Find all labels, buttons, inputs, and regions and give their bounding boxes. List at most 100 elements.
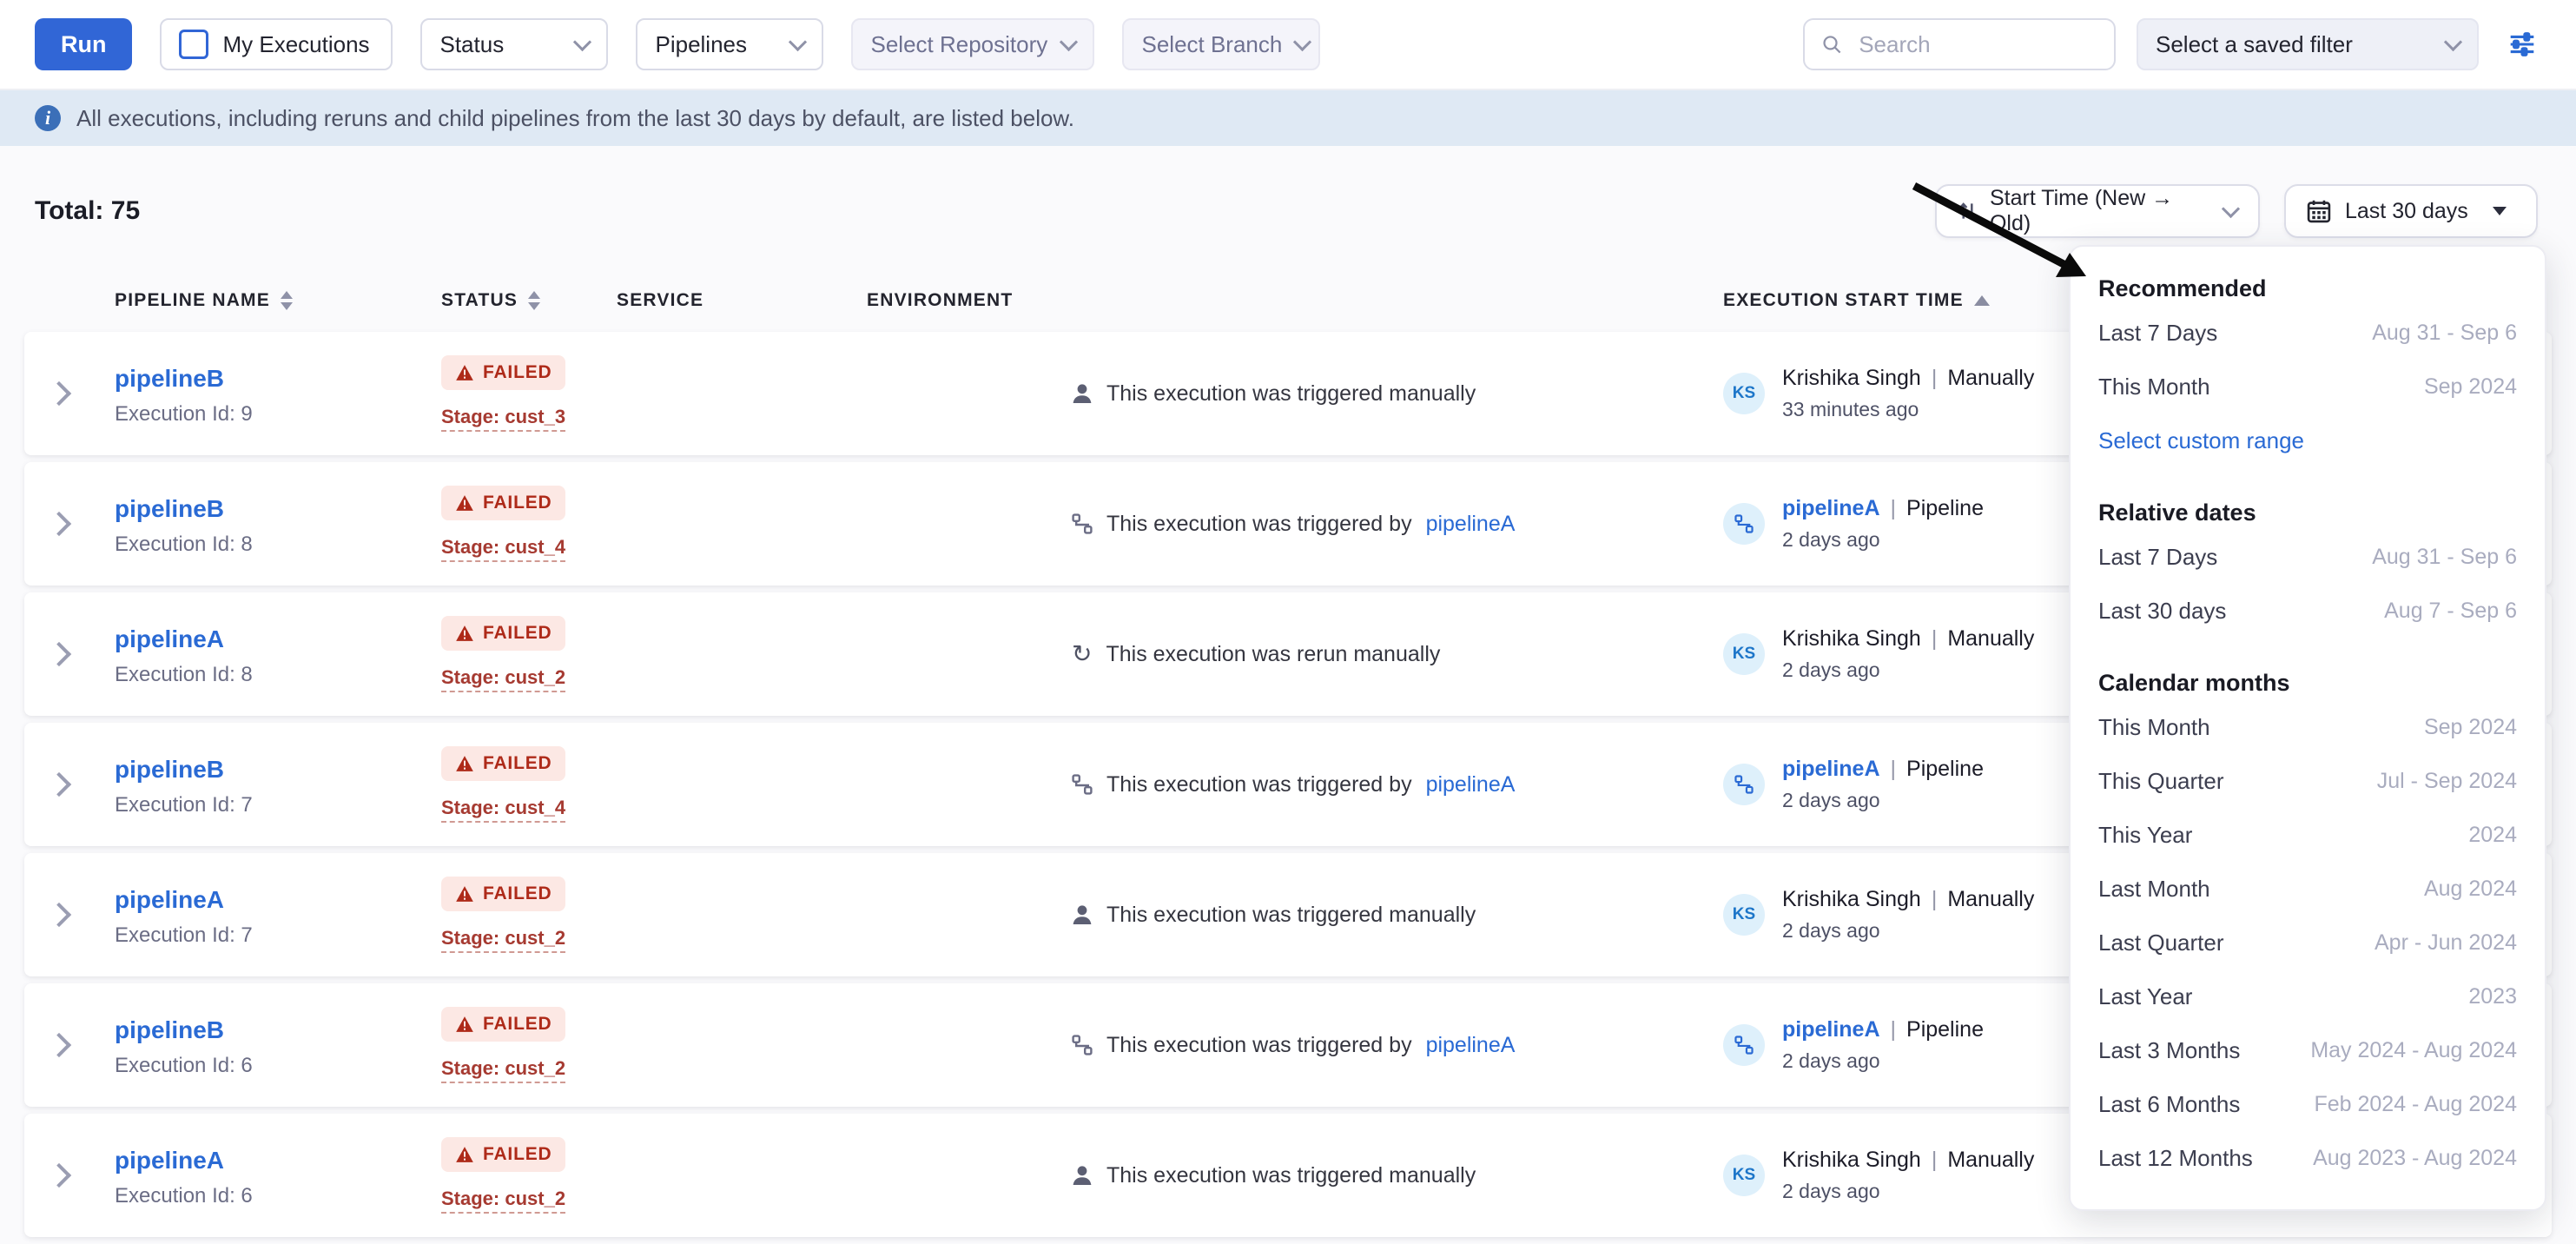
column-header-label: PIPELINE NAME <box>115 290 270 311</box>
row-expander[interactable] <box>24 515 94 533</box>
pipeline-trigger-icon <box>1072 1035 1093 1055</box>
menu-item-label: Last 12 Months <box>2098 1145 2253 1172</box>
execution-id: Execution Id: 8 <box>115 533 420 557</box>
search-box[interactable] <box>1803 18 2116 70</box>
toolbar-left-group: Run My Executions Status Pipelines Selec… <box>35 18 1320 70</box>
pipeline-link[interactable]: pipelineA <box>115 625 224 652</box>
status-badge-label: FAILED <box>483 493 552 513</box>
sort-arrows-icon[interactable] <box>281 291 293 310</box>
actor-name[interactable]: pipelineA <box>1782 496 1880 520</box>
pipeline-name-cell: pipelineAExecution Id: 7 <box>94 883 420 948</box>
menu-item-range: Apr - Jun 2024 <box>2375 930 2517 956</box>
date-range-label: Last 30 days <box>2345 199 2468 224</box>
saved-filter-select[interactable]: Select a saved filter <box>2137 18 2479 70</box>
status-badge-label: FAILED <box>483 362 552 383</box>
my-executions-checkbox[interactable] <box>179 30 208 59</box>
menu-item-last-3-months[interactable]: Last 3 Months May 2024 - Aug 2024 <box>2098 1023 2517 1077</box>
menu-item-this-month[interactable]: This MonthSep 2024 <box>2098 360 2517 414</box>
menu-item-last-7-days[interactable]: Last 7 DaysAug 31 - Sep 6 <box>2098 306 2517 360</box>
actor-name[interactable]: pipelineA <box>1782 1017 1880 1042</box>
menu-item-this-month[interactable]: This MonthSep 2024 <box>2098 700 2517 754</box>
status-cell: FAILED Stage: cust_2 <box>420 877 596 953</box>
status-badge: FAILED <box>441 616 565 651</box>
pipeline-link[interactable]: pipelineB <box>115 495 224 522</box>
actor-name[interactable]: pipelineA <box>1782 757 1880 781</box>
menu-item-this-quarter[interactable]: This QuarterJul - Sep 2024 <box>2098 754 2517 808</box>
status-badge-label: FAILED <box>483 753 552 774</box>
trigger-info-cell: This execution was triggered by pipeline… <box>1051 772 1723 797</box>
my-executions-toggle[interactable]: My Executions <box>160 18 393 70</box>
pipeline-link[interactable]: pipelineB <box>115 756 224 783</box>
manual-trigger-icon <box>1072 1164 1093 1187</box>
column-header[interactable]: SERVICE <box>596 290 846 311</box>
row-expander[interactable] <box>24 1167 94 1184</box>
pipelines-select[interactable]: Pipelines <box>636 18 823 70</box>
repository-select[interactable]: Select Repository <box>851 18 1094 70</box>
branch-select[interactable]: Select Branch <box>1122 18 1320 70</box>
user-avatar: KS <box>1723 894 1765 936</box>
menu-item-range: Feb 2024 - Aug 2024 <box>2314 1092 2517 1117</box>
menu-item-last-month[interactable]: Last MonthAug 2024 <box>2098 862 2517 916</box>
person-icon <box>1072 1164 1093 1187</box>
execution-time: 2 days ago <box>1782 528 1984 552</box>
status-badge-label: FAILED <box>483 1014 552 1035</box>
menu-item-range: May 2024 - Aug 2024 <box>2310 1038 2517 1063</box>
row-expander[interactable] <box>24 776 94 793</box>
sort-select[interactable]: Start Time (New → Old) <box>1935 184 2260 238</box>
row-expander[interactable] <box>24 906 94 923</box>
actor-info: pipelineA|Pipeline2 days ago <box>1782 757 1984 812</box>
pipeline-link[interactable]: pipelineA <box>115 1147 224 1174</box>
pipeline-trigger-link[interactable]: pipelineA <box>1426 1033 1516 1058</box>
stage-link[interactable]: Stage: cust_2 <box>441 666 565 692</box>
menu-item-this-year[interactable]: This Year2024 <box>2098 808 2517 862</box>
stage-link[interactable]: Stage: cust_2 <box>441 927 565 953</box>
pipeline-avatar <box>1723 503 1765 545</box>
menu-item-select-custom-range[interactable]: Select custom range <box>2098 414 2517 467</box>
menu-item-last-30-days[interactable]: Last 30 daysAug 7 - Sep 6 <box>2098 584 2517 638</box>
pipeline-trigger-link[interactable]: pipelineA <box>1426 772 1516 797</box>
column-header[interactable]: PIPELINE NAME <box>94 290 420 311</box>
caret-down-icon <box>2493 207 2507 215</box>
manual-trigger-icon <box>1072 903 1093 926</box>
actor-separator: | <box>1932 1148 1938 1172</box>
row-expander[interactable] <box>24 385 94 402</box>
pipeline-link[interactable]: pipelineA <box>115 886 224 913</box>
date-range-button[interactable]: Last 30 days <box>2284 184 2538 238</box>
pipeline-link[interactable]: pipelineB <box>115 1016 224 1043</box>
stage-link[interactable]: Stage: cust_3 <box>441 406 565 432</box>
column-header[interactable]: STATUS <box>420 290 596 311</box>
column-header[interactable]: ENVIRONMENT <box>846 290 1051 311</box>
pipeline-avatar <box>1723 1024 1765 1066</box>
actor-separator: | <box>1891 496 1897 520</box>
manual-trigger-icon <box>1072 382 1093 405</box>
pipeline-link[interactable]: pipelineB <box>115 365 224 392</box>
trigger-info-cell: This execution was triggered manually <box>1051 903 1723 928</box>
pipeline-trigger-link[interactable]: pipelineA <box>1426 512 1516 537</box>
trigger-text: This execution was triggered manually <box>1106 1163 1476 1188</box>
stage-link[interactable]: Stage: cust_2 <box>441 1057 565 1083</box>
menu-item-last-7-days[interactable]: Last 7 DaysAug 31 - Sep 6 <box>2098 530 2517 584</box>
search-input[interactable] <box>1855 30 2097 60</box>
menu-item-label: Last 7 Days <box>2098 320 2217 347</box>
stage-link[interactable]: Stage: cust_2 <box>441 1188 565 1214</box>
sort-order-icon <box>1958 200 1978 222</box>
menu-item-last-quarter[interactable]: Last QuarterApr - Jun 2024 <box>2098 916 2517 969</box>
run-button[interactable]: Run <box>35 18 132 70</box>
status-badge-label: FAILED <box>483 883 552 904</box>
row-expander[interactable] <box>24 1036 94 1054</box>
filter-settings-icon[interactable] <box>2500 22 2545 67</box>
menu-item-label: Last 3 Months <box>2098 1037 2240 1064</box>
pipeline-chain-icon <box>1072 513 1093 534</box>
row-expander[interactable] <box>24 645 94 663</box>
status-select[interactable]: Status <box>420 18 608 70</box>
menu-item-last-6-months[interactable]: Last 6 MonthsFeb 2024 - Aug 2024 <box>2098 1077 2517 1131</box>
column-header-label: SERVICE <box>617 290 703 311</box>
chevron-down-icon <box>1293 32 1311 50</box>
sort-ascending-icon[interactable] <box>1974 295 1990 306</box>
warning-icon <box>455 755 474 772</box>
stage-link[interactable]: Stage: cust_4 <box>441 797 565 823</box>
menu-item-last-12-months[interactable]: Last 12 MonthsAug 2023 - Aug 2024 <box>2098 1131 2517 1185</box>
menu-item-last-year[interactable]: Last Year2023 <box>2098 969 2517 1023</box>
sort-arrows-icon[interactable] <box>528 291 540 310</box>
stage-link[interactable]: Stage: cust_4 <box>441 536 565 562</box>
